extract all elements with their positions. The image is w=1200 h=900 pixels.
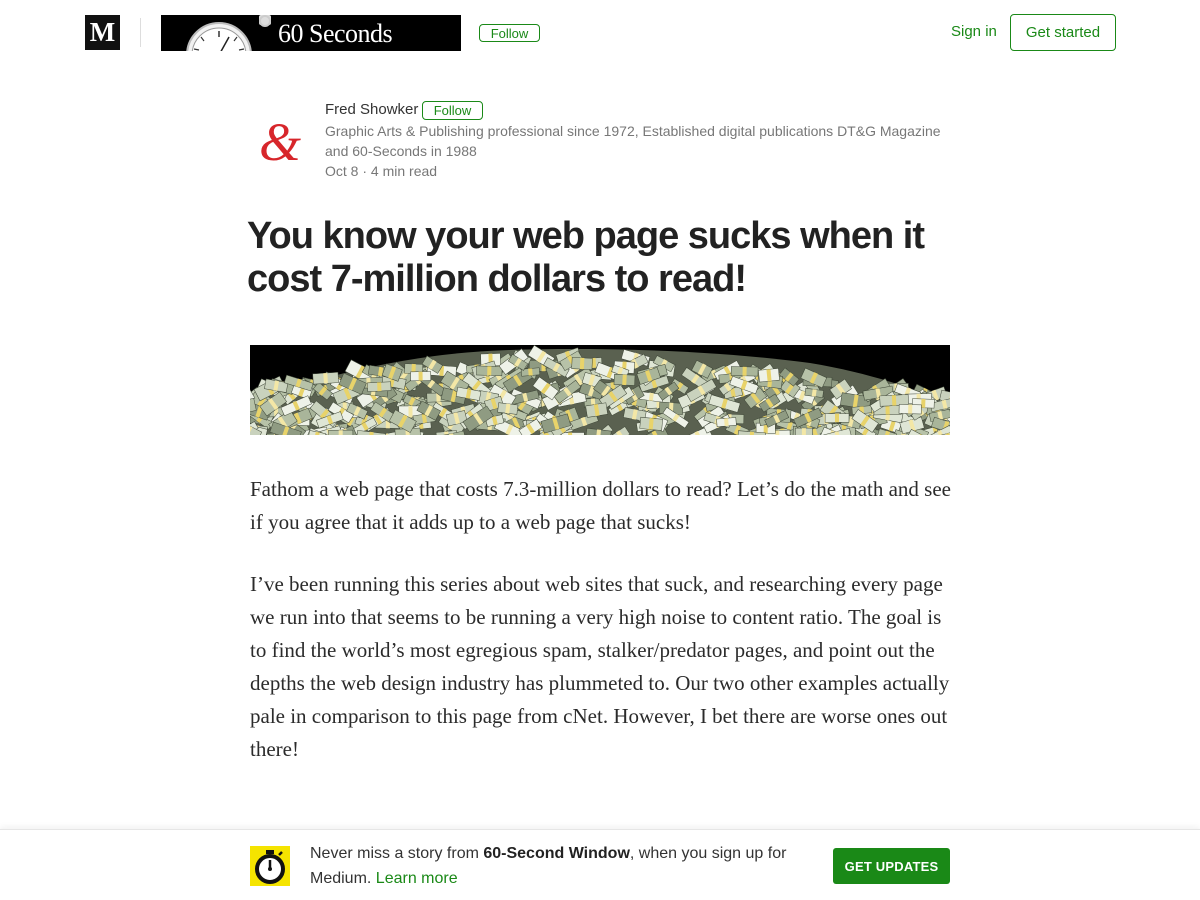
publication-banner[interactable]: 60 Seconds <box>161 15 461 51</box>
get-updates-button[interactable]: GET UPDATES <box>833 848 950 884</box>
article-paragraph: I’ve been running this series about web … <box>250 572 950 761</box>
top-navigation: M 60 Seconds Follow Sign in Get started <box>0 0 1200 66</box>
sign-in-link[interactable]: Sign in <box>951 23 997 40</box>
article-meta: Oct 8 · 4 min read <box>325 161 437 181</box>
author-avatar[interactable]: & <box>250 112 310 172</box>
money-stacks-image <box>250 345 950 435</box>
get-started-button[interactable]: Get started <box>1010 14 1116 51</box>
author-bio: Graphic Arts & Publishing professional s… <box>325 123 941 159</box>
publish-date[interactable]: Oct 8 <box>325 163 358 179</box>
read-time: 4 min read <box>370 163 438 179</box>
publication-name: 60-Second Window <box>483 845 630 862</box>
article-paragraph: Fathom a web page that costs 7.3-million… <box>250 477 951 534</box>
stopwatch-icon <box>250 846 290 886</box>
signup-message: Never miss a story from 60-Second Window… <box>310 841 810 891</box>
nav-divider <box>140 18 141 47</box>
article-title: You know your web page sucks when it cos… <box>247 215 925 300</box>
ampersand-logo-icon: & <box>258 112 301 172</box>
follow-publication-button[interactable]: Follow <box>479 24 540 42</box>
meta-separator: · <box>362 163 368 179</box>
signup-text-before: Never miss a story from <box>310 845 484 862</box>
signup-banner: Never miss a story from 60-Second Window… <box>0 829 1200 900</box>
publication-banner-text: 60 Seconds <box>278 19 393 48</box>
medium-logo-icon[interactable]: M <box>85 15 120 50</box>
learn-more-link[interactable]: Learn more <box>376 870 458 887</box>
author-name-link[interactable]: Fred Showker <box>325 101 418 118</box>
publication-icon[interactable] <box>250 846 290 886</box>
follow-author-button[interactable]: Follow <box>422 101 483 120</box>
hero-image-money-pile[interactable] <box>250 345 950 435</box>
